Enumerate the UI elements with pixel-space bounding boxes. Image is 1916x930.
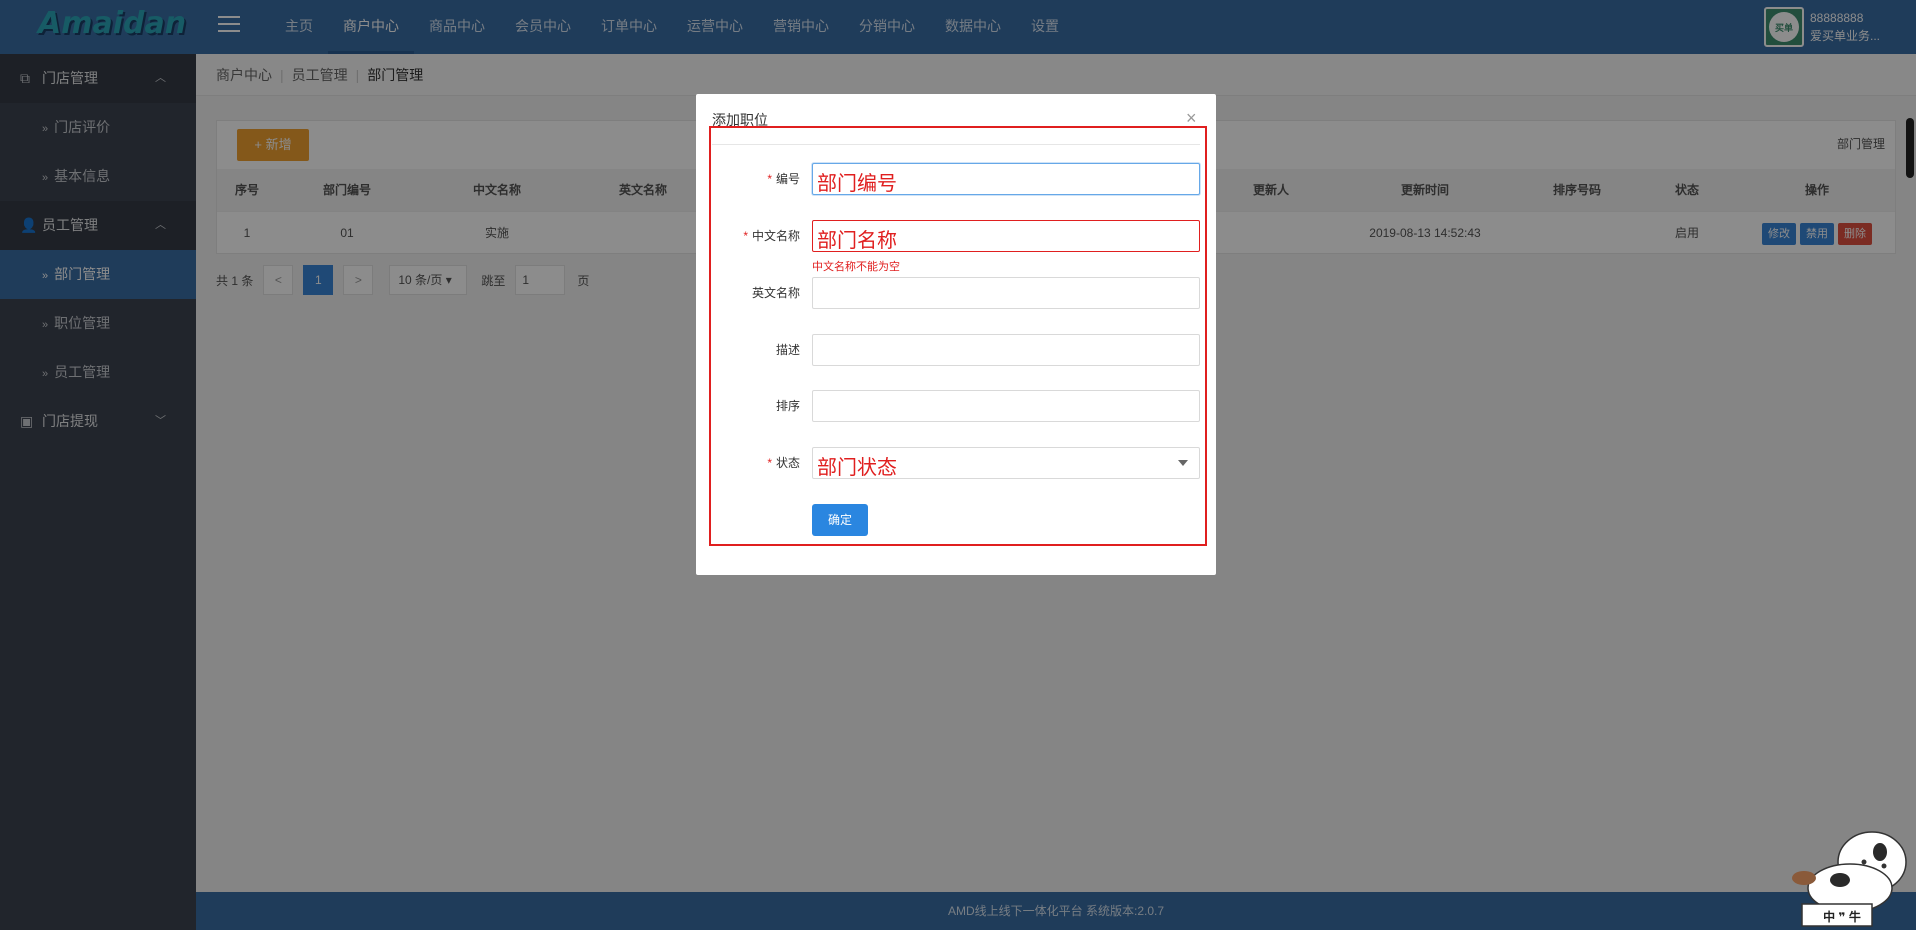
mascot-text: 中 ❞ 牛 (1823, 910, 1861, 924)
mascot-image: 中 ❞ 牛 (1780, 818, 1916, 930)
add-position-dialog: 添加职位 × * 编号 部门编号 * 中文名称 部门名称 中文名称不能为空 英文名称… (696, 94, 1216, 575)
annotation-highlight-box (709, 126, 1207, 546)
